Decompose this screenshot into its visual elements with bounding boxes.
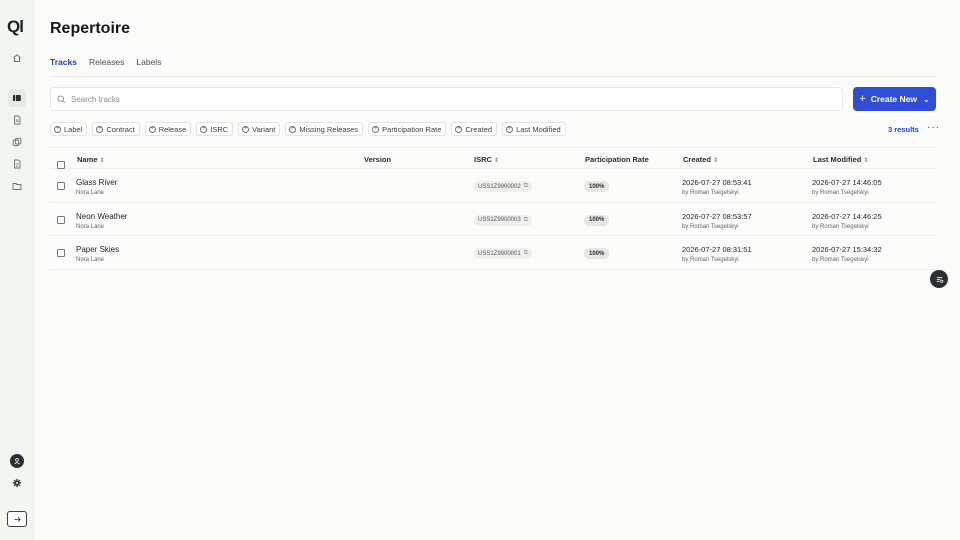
created-date: 2026-07-27 08:53:57 xyxy=(682,211,752,221)
column-last-modified[interactable]: Last Modified ⇕ xyxy=(813,155,868,164)
created-date: 2026-07-27 08:31:51 xyxy=(682,245,752,254)
row-checkbox[interactable] xyxy=(57,182,65,190)
table-row[interactable]: Glass River Nora Lane USS1Z9900002 ⧉ 100%… xyxy=(50,169,936,203)
main-content: Repertoire Tracks Releases Labels Search… xyxy=(50,0,939,540)
document-icon[interactable] xyxy=(8,111,26,129)
column-version: Version xyxy=(364,155,392,164)
feedback-float-button[interactable] xyxy=(930,270,948,288)
modified-date: 2026-07-27 15:34:32 xyxy=(812,245,882,254)
column-isrc[interactable]: ISRC ⇕ xyxy=(474,155,499,164)
plus-icon: + xyxy=(859,93,866,105)
filter-contract[interactable]: + Contract xyxy=(92,122,140,136)
filter-created[interactable]: + Created xyxy=(451,122,498,136)
plus-circle-icon: + xyxy=(96,125,104,133)
chat-icon xyxy=(936,276,943,283)
filter-variant[interactable]: + Variant xyxy=(238,122,281,136)
sort-icon: ⇕ xyxy=(712,158,718,164)
track-artist: Nora Lane xyxy=(76,190,105,196)
tab-divider xyxy=(50,76,936,77)
more-options-icon[interactable]: ··· xyxy=(927,122,940,133)
app-logo[interactable]: Ql xyxy=(7,18,29,36)
isrc-badge: USS1Z9900002 ⧉ xyxy=(474,181,532,192)
filter-release[interactable]: + Release xyxy=(144,122,192,136)
column-participation-rate: Participation Rate xyxy=(585,155,649,164)
copy-icon[interactable]: ⧉ xyxy=(524,183,528,190)
tab-bar: Tracks Releases Labels xyxy=(50,57,173,77)
file-icon[interactable] xyxy=(8,155,26,173)
user-icon[interactable] xyxy=(10,454,24,468)
column-created[interactable]: Created ⇕ xyxy=(683,155,718,164)
plus-circle-icon: + xyxy=(455,125,463,133)
filter-participation-rate[interactable]: + Participation Rate xyxy=(368,122,447,136)
modified-date: 2026-07-27 14:46:05 xyxy=(812,178,882,187)
modified-by: by Roman Tsegelskyi xyxy=(812,223,869,230)
plus-circle-icon: + xyxy=(372,125,380,133)
create-new-label: Create New xyxy=(870,94,918,104)
tab-releases[interactable]: Releases xyxy=(89,57,124,77)
track-name[interactable]: Glass River xyxy=(76,178,117,187)
tracks-table: Name ⇕ Version ISRC ⇕ Participation Rate C… xyxy=(50,147,936,270)
select-all-checkbox[interactable] xyxy=(57,161,65,169)
plus-circle-icon: + xyxy=(506,125,514,133)
modified-date: 2026-07-27 14:46:25 xyxy=(812,211,882,221)
created-by: by Roman Tsegelskyi xyxy=(682,190,739,196)
isrc-badge: USS1Z9900003 ⧉ xyxy=(474,214,532,226)
isrc-badge: USS1Z9900001 ⧉ xyxy=(474,248,532,259)
participation-badge: 100% xyxy=(584,181,610,192)
search-input[interactable]: Search tracks xyxy=(50,87,843,111)
sort-icon: ⇕ xyxy=(493,158,499,164)
tab-tracks[interactable]: Tracks xyxy=(50,57,77,77)
row-checkbox[interactable] xyxy=(57,215,65,224)
tab-labels[interactable]: Labels xyxy=(136,57,161,77)
page-title: Repertoire xyxy=(50,20,131,37)
copy-icon[interactable]: ⧉ xyxy=(524,250,528,257)
home-icon[interactable] xyxy=(8,49,26,67)
modified-by: by Roman Tsegelskyi xyxy=(812,190,869,196)
table-row[interactable]: Paper Skies Nora Lane USS1Z9900001 ⧉ 100%… xyxy=(50,236,936,270)
participation-badge: 100% xyxy=(584,214,610,226)
copy-icon[interactable]: ⧉ xyxy=(524,217,528,224)
row-checkbox[interactable] xyxy=(57,249,65,257)
track-artist: Nora Lane xyxy=(76,257,105,263)
column-name[interactable]: Name ⇕ xyxy=(77,155,104,164)
plus-circle-icon: + xyxy=(54,125,61,133)
expand-arrow-icon[interactable] xyxy=(7,511,27,527)
track-artist: Nora Lane xyxy=(76,223,105,230)
track-name[interactable]: Neon Weather xyxy=(76,212,127,221)
filter-last-modified[interactable]: + Last Modified xyxy=(502,122,566,136)
search-icon xyxy=(57,95,66,103)
sort-icon: ⇕ xyxy=(99,158,105,164)
filter-bar: + Label + Contract + Release + ISRC + Variant… xyxy=(50,122,571,136)
plus-circle-icon: + xyxy=(289,125,297,133)
stack-icon[interactable] xyxy=(8,133,26,151)
filter-label[interactable]: + Label xyxy=(50,122,88,136)
sidebar: Ql xyxy=(0,0,34,540)
gear-icon[interactable] xyxy=(8,474,26,492)
created-by: by Roman Tsegelskyi xyxy=(682,257,739,263)
table-row[interactable]: Neon Weather Nora Lane USS1Z9900003 ⧉ 100… xyxy=(50,203,936,236)
catalog-icon[interactable] xyxy=(8,89,26,107)
create-new-button[interactable]: + Create New ⌄ xyxy=(853,87,936,111)
chevron-down-icon: ⌄ xyxy=(923,94,930,104)
participation-badge: 100% xyxy=(584,248,610,259)
plus-circle-icon: + xyxy=(242,125,250,133)
modified-by: by Roman Tsegelskyi xyxy=(812,257,869,263)
results-count: 3 results xyxy=(888,125,919,134)
plus-circle-icon: + xyxy=(200,125,208,133)
created-date: 2026-07-27 08:53:41 xyxy=(682,178,752,187)
search-placeholder: Search tracks xyxy=(71,94,120,104)
sort-icon: ⇕ xyxy=(863,158,869,164)
filter-missing-releases[interactable]: + Missing Releases xyxy=(285,122,364,136)
folder-icon[interactable] xyxy=(8,177,26,195)
created-by: by Roman Tsegelskyi xyxy=(682,223,739,230)
filter-isrc[interactable]: + ISRC xyxy=(196,122,234,136)
track-name[interactable]: Paper Skies xyxy=(76,245,119,254)
table-header: Name ⇕ Version ISRC ⇕ Participation Rate C… xyxy=(50,147,936,169)
plus-circle-icon: + xyxy=(148,125,156,133)
